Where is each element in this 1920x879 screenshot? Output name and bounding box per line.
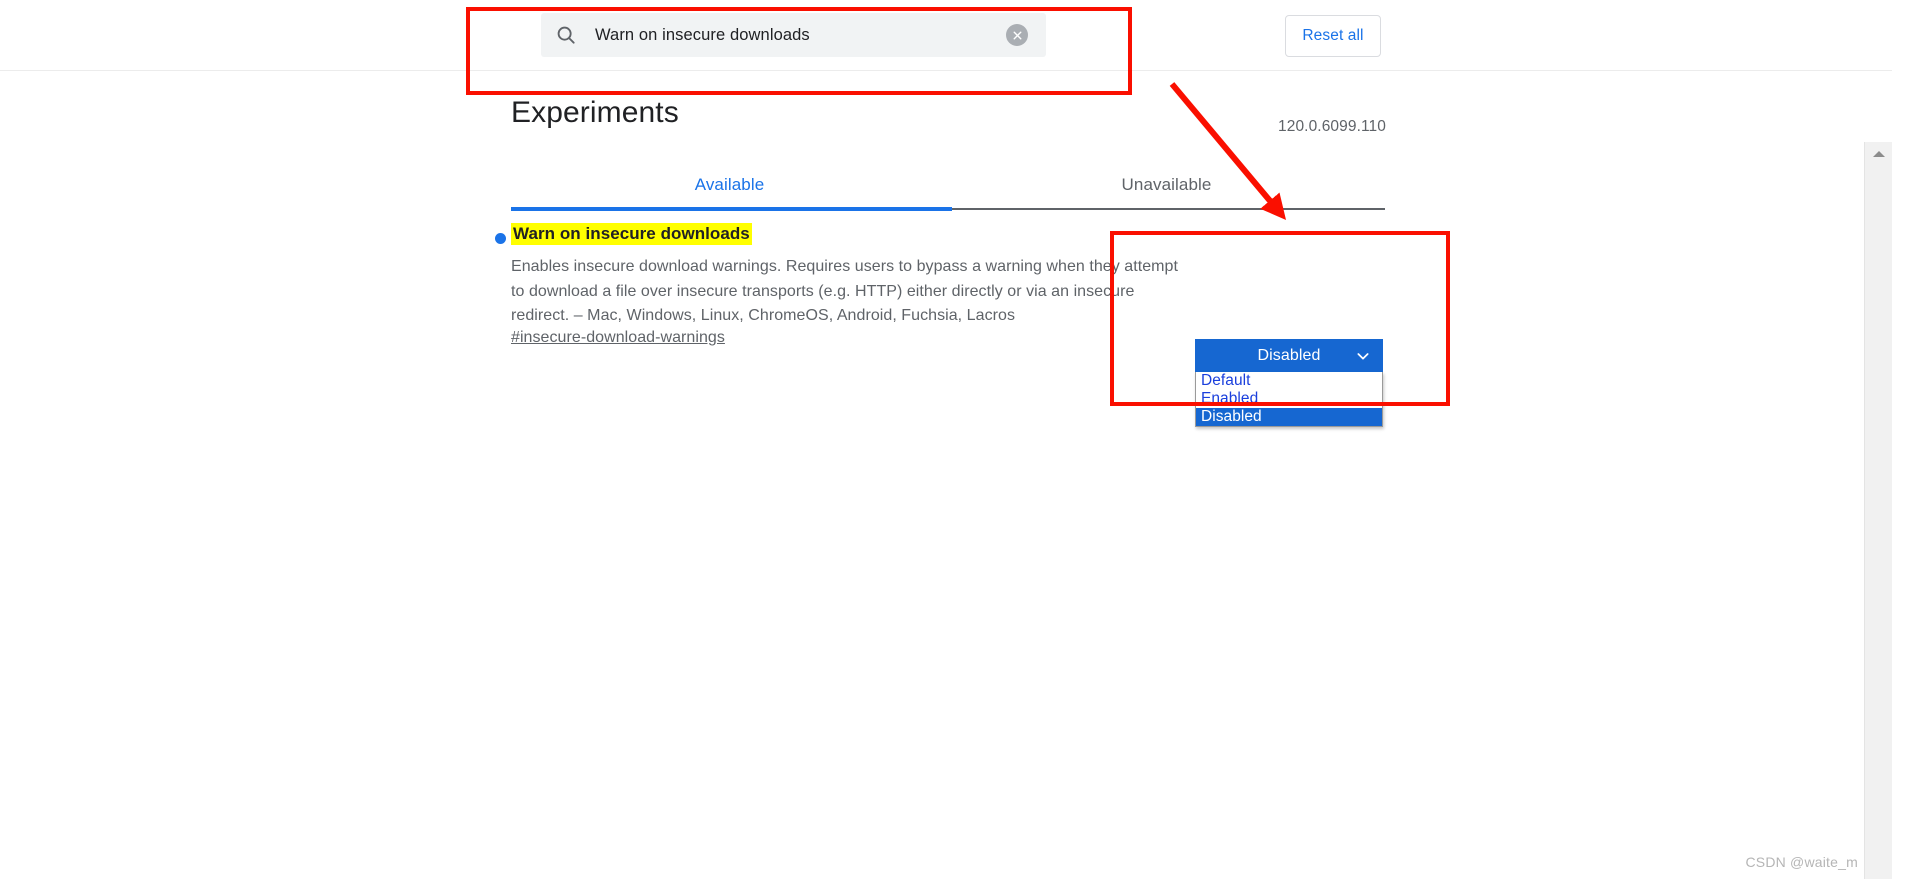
version-label: 120.0.6099.110 xyxy=(1278,118,1386,135)
page-title: Experiments xyxy=(511,96,679,129)
search-input[interactable] xyxy=(577,25,1006,45)
clear-search-icon[interactable] xyxy=(1006,24,1028,46)
experiment-select-value: Disabled xyxy=(1257,346,1321,364)
reset-all-button[interactable]: Reset all xyxy=(1285,15,1381,57)
flags-toolbar: Reset all xyxy=(0,0,1892,71)
flags-content: Experiments 120.0.6099.110 Available Una… xyxy=(0,71,1892,879)
watermark: CSDN @waite_m xyxy=(1745,854,1858,870)
scroll-up-icon[interactable] xyxy=(1865,142,1892,166)
select-option-disabled[interactable]: Disabled xyxy=(1196,408,1382,426)
experiment-status-dot xyxy=(495,233,506,244)
experiment-title: Warn on insecure downloads xyxy=(511,223,752,245)
chevron-down-icon xyxy=(1355,348,1371,364)
search-icon xyxy=(555,24,577,46)
experiment-select[interactable]: Disabled xyxy=(1195,339,1383,372)
flags-page-screenshot: Reset all Experiments 120.0.6099.110 Ava… xyxy=(0,0,1920,879)
experiment-permalink[interactable]: #insecure-download-warnings xyxy=(511,329,725,347)
search-box[interactable] xyxy=(541,13,1046,57)
tab-available[interactable]: Available xyxy=(511,161,948,209)
triangle-up-icon xyxy=(1872,151,1885,157)
select-option-enabled[interactable]: Enabled xyxy=(1196,390,1382,408)
select-option-default[interactable]: Default xyxy=(1196,372,1382,390)
tab-bar: Available Unavailable xyxy=(511,161,1385,209)
experiment-select-options[interactable]: Default Enabled Disabled xyxy=(1195,372,1383,427)
experiment-select-wrapper: Disabled Default Enabled Disabled xyxy=(1195,339,1383,427)
experiment-description: Enables insecure download warnings. Requ… xyxy=(511,258,1178,324)
tab-active-indicator xyxy=(511,207,952,211)
vertical-scrollbar[interactable] xyxy=(1864,142,1892,879)
tab-unavailable[interactable]: Unavailable xyxy=(948,161,1385,209)
